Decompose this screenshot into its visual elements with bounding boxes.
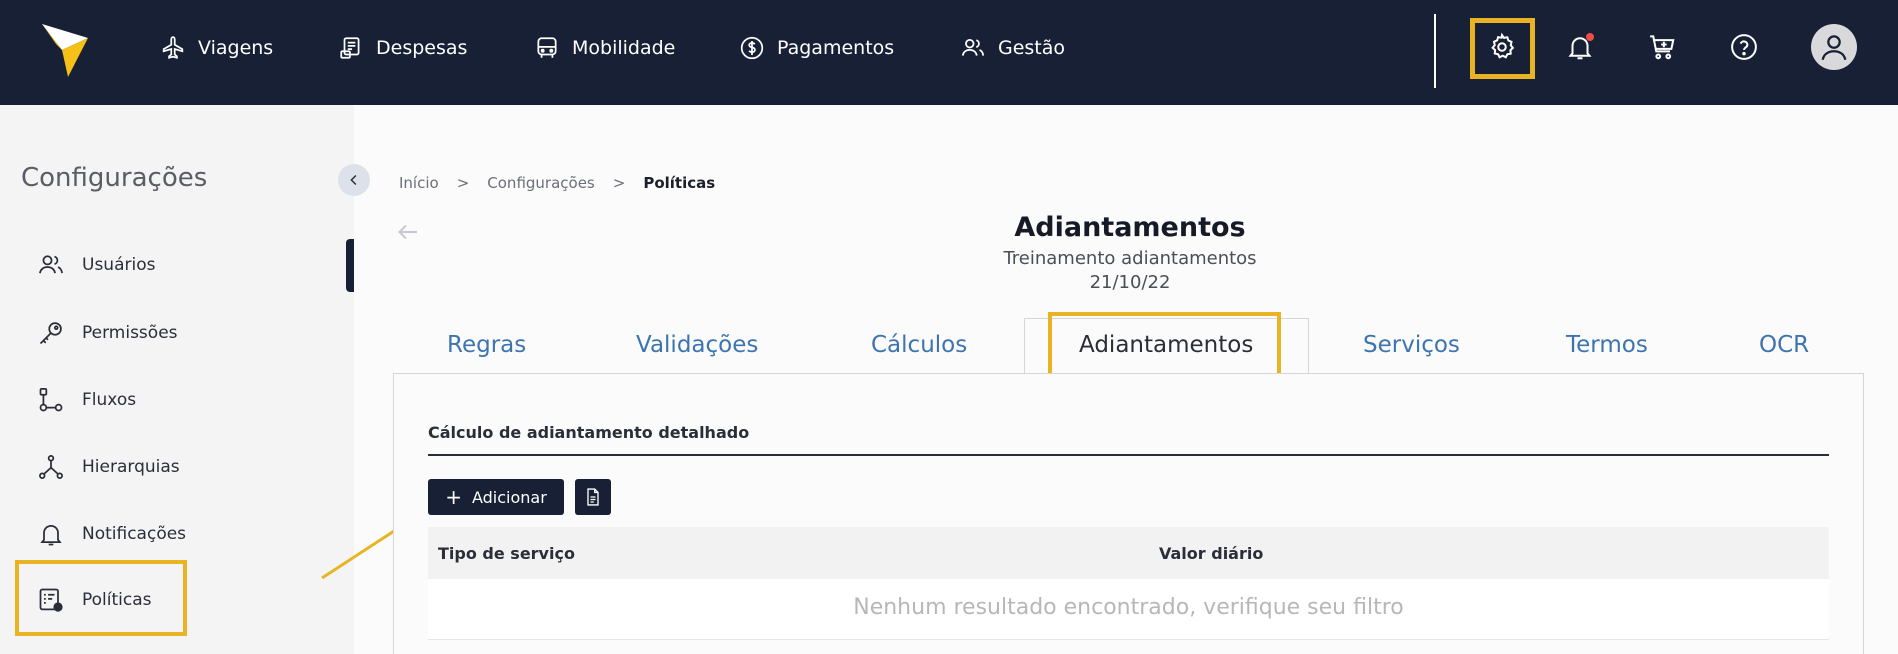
topbar-divider xyxy=(1434,14,1436,88)
car-icon xyxy=(537,37,557,58)
nav-mobilidade[interactable]: Mobilidade xyxy=(534,32,675,64)
sidebar-item-permissoes[interactable]: Permissões xyxy=(37,319,178,347)
sidebar-active-indicator xyxy=(346,239,354,292)
page-subtitle: Treinamento adiantamentos xyxy=(1003,248,1257,269)
tab-servicos[interactable]: Serviços xyxy=(1363,332,1460,358)
nav-viagens-label: Viagens xyxy=(198,37,274,59)
top-navigation-bar: Viagens Despesas Mobilidade Pagamentos G… xyxy=(0,0,1898,105)
users-icon xyxy=(961,39,985,56)
nav-gestao-label: Gestão xyxy=(998,37,1066,59)
brand-logo-icon[interactable] xyxy=(40,22,90,78)
breadcrumb-politicas: Políticas xyxy=(643,174,716,192)
notification-dot xyxy=(1586,33,1594,41)
nav-pagamentos[interactable]: Pagamentos xyxy=(739,32,894,64)
section-title: Cálculo de adiantamento detalhado xyxy=(428,423,750,442)
nav-despesas-label: Despesas xyxy=(376,37,468,59)
section-divider xyxy=(428,454,1829,456)
tab-calculos[interactable]: Cálculos xyxy=(871,332,967,358)
document-icon xyxy=(587,488,599,506)
collapse-sidebar-button[interactable] xyxy=(338,164,370,196)
chevron-right-icon: > xyxy=(612,174,626,192)
sidebar-item-fluxos[interactable]: Fluxos xyxy=(37,386,136,414)
plane-icon xyxy=(162,36,184,59)
nav-gestao[interactable]: Gestão xyxy=(960,32,1065,64)
chevron-left-icon xyxy=(350,174,357,186)
key-icon xyxy=(39,322,62,345)
page-date: 21/10/22 xyxy=(1089,272,1171,293)
tab-regras[interactable]: Regras xyxy=(447,332,526,358)
tab-termos[interactable]: Termos xyxy=(1566,332,1648,358)
dollar-icon xyxy=(740,36,764,60)
empty-state-message: Nenhum resultado encontrado, verifique s… xyxy=(853,595,1404,620)
tab-validacoes[interactable]: Validações xyxy=(636,332,758,358)
breadcrumb: Início > Configurações > Políticas xyxy=(399,174,715,192)
help-icon xyxy=(1731,34,1757,60)
settings-button[interactable] xyxy=(1485,30,1519,64)
sidebar-item-label: Fluxos xyxy=(82,390,137,410)
table-empty-row: Nenhum resultado encontrado, verifique s… xyxy=(428,579,1829,640)
bell-icon xyxy=(40,524,62,546)
tab-ocr[interactable]: OCR xyxy=(1759,332,1809,358)
page-title: Adiantamentos xyxy=(1014,212,1246,243)
users-icon xyxy=(39,255,63,274)
help-button[interactable] xyxy=(1727,30,1761,64)
export-document-button[interactable] xyxy=(575,479,611,515)
sidebar-item-notificacoes[interactable]: Notificações xyxy=(37,520,186,548)
receipt-icon xyxy=(340,37,360,59)
breadcrumb-inicio[interactable]: Início xyxy=(399,174,439,192)
sidebar-item-label: Permissões xyxy=(82,323,178,343)
hierarchy-icon xyxy=(39,455,63,479)
add-button-label: Adicionar xyxy=(471,487,547,507)
gear-icon xyxy=(1491,32,1515,59)
user-avatar[interactable] xyxy=(1811,24,1857,70)
breadcrumb-configuracoes[interactable]: Configurações xyxy=(487,174,594,192)
sidebar-title: Configurações xyxy=(21,163,208,193)
column-header-tipo-servico[interactable]: Tipo de serviço xyxy=(438,544,575,563)
flow-icon xyxy=(39,388,63,412)
nav-mobilidade-label: Mobilidade xyxy=(572,37,676,59)
politicas-highlight-box xyxy=(15,560,187,636)
nav-pagamentos-label: Pagamentos xyxy=(777,37,895,59)
column-header-valor-diario[interactable]: Valor diário xyxy=(1159,544,1263,563)
plus-icon: + xyxy=(445,485,462,509)
sidebar-item-hierarquias[interactable]: Hierarquias xyxy=(37,453,180,481)
chevron-right-icon: > xyxy=(456,174,470,192)
back-arrow-icon[interactable] xyxy=(396,220,420,244)
table-header: Tipo de serviço Valor diário xyxy=(428,527,1829,579)
sidebar-item-label: Notificações xyxy=(82,524,187,544)
nav-despesas[interactable]: Despesas xyxy=(338,32,467,64)
sidebar-item-label: Hierarquias xyxy=(82,457,180,477)
sidebar-item-usuarios[interactable]: Usuários xyxy=(37,251,155,279)
cart-button[interactable] xyxy=(1645,30,1679,64)
cart-icon xyxy=(1650,35,1675,60)
nav-viagens[interactable]: Viagens xyxy=(160,32,273,64)
add-button[interactable]: + Adicionar xyxy=(428,479,564,515)
sidebar-item-label: Usuários xyxy=(82,255,156,275)
user-icon xyxy=(1821,35,1847,61)
